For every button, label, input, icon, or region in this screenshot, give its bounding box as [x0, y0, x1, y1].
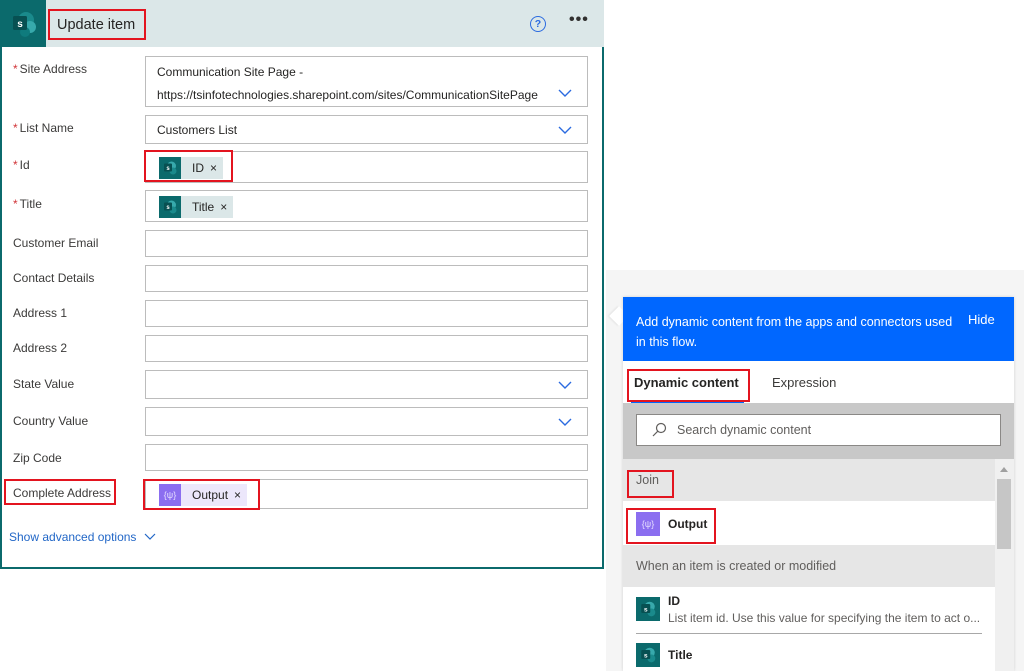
highlight-box — [626, 508, 716, 544]
highlight-box — [144, 150, 233, 182]
item-name: ID — [668, 594, 680, 608]
card-header[interactable]: s Update item ? ••• — [2, 0, 604, 47]
scroll-up-arrow-icon[interactable] — [1000, 467, 1008, 472]
item-description: List item id. Use this value for specify… — [668, 611, 981, 625]
country-value-dropdown[interactable] — [145, 407, 588, 436]
site-address-line2: https://tsinfotechnologies.sharepoint.co… — [157, 88, 538, 102]
scroll-thumb[interactable] — [997, 479, 1011, 549]
highlight-box — [627, 470, 674, 498]
dynamic-content-flyout: Add dynamic content from the apps and co… — [623, 297, 1014, 671]
list-item-title[interactable]: s Title — [623, 634, 995, 671]
label-list-name: * List Name — [13, 121, 74, 135]
sharepoint-icon: s — [636, 597, 660, 621]
chevron-down-icon — [145, 533, 156, 540]
label-id: * Id — [13, 158, 30, 172]
highlight-box — [627, 369, 750, 402]
svg-text:s: s — [17, 19, 23, 30]
label-country-value: Country Value — [13, 414, 89, 428]
label-contact-details: Contact Details — [13, 271, 95, 285]
flyout-header: Add dynamic content from the apps and co… — [623, 297, 1014, 361]
svg-text:s: s — [644, 606, 648, 613]
search-area: Search dynamic content — [623, 403, 1014, 459]
tab-expression[interactable]: Expression — [772, 375, 836, 390]
more-options-icon[interactable]: ••• — [569, 12, 589, 28]
search-placeholder: Search dynamic content — [677, 423, 812, 437]
zip-code-input[interactable] — [145, 444, 588, 471]
address-2-input[interactable] — [145, 335, 588, 362]
list-item-id[interactable]: s ID List item id. Use this value for sp… — [623, 587, 995, 633]
scrollbar[interactable] — [995, 459, 1014, 671]
label-state-value: State Value — [13, 377, 75, 391]
label-address-2: Address 2 — [13, 341, 68, 355]
state-value-dropdown[interactable] — [145, 370, 588, 399]
group-header-trigger: When an item is created or modified — [623, 545, 995, 587]
svg-text:s: s — [644, 652, 648, 659]
sharepoint-icon: s — [636, 643, 660, 667]
label-zip-code: Zip Code — [13, 451, 62, 465]
contact-details-input[interactable] — [145, 265, 588, 292]
address-1-input[interactable] — [145, 300, 588, 327]
hide-button[interactable]: Hide — [968, 312, 995, 327]
list-name-dropdown[interactable]: Customers List — [145, 115, 588, 144]
title-token-label: Title — [192, 200, 215, 214]
highlight-box — [143, 479, 260, 510]
customer-email-input[interactable] — [145, 230, 588, 257]
group-title: When an item is created or modified — [636, 559, 837, 573]
card-title-text: Update item — [57, 16, 136, 33]
search-dynamic-content-input[interactable]: Search dynamic content — [636, 414, 1001, 446]
list-name-value: Customers List — [157, 123, 238, 137]
show-advanced-options-label: Show advanced options — [9, 530, 137, 544]
title-token[interactable]: s Title × — [159, 196, 234, 218]
chevron-down-icon[interactable] — [558, 418, 572, 427]
dynamic-content-list: Join {ψ} Output When an item is created … — [623, 459, 995, 671]
label-site-address: * Site Address — [13, 62, 88, 76]
label-address-1: Address 1 — [13, 306, 68, 320]
show-advanced-options-link[interactable]: Show advanced options — [9, 530, 156, 544]
site-address-dropdown[interactable]: Communication Site Page - https://tsinfo… — [145, 56, 588, 107]
help-icon[interactable]: ? — [530, 16, 546, 32]
sharepoint-icon: s — [2, 0, 46, 47]
title-field[interactable]: s Title × — [145, 190, 588, 222]
label-customer-email: Customer Email — [13, 236, 99, 250]
group-header-join: Join — [623, 459, 995, 501]
sharepoint-icon: s — [159, 196, 181, 218]
chevron-down-icon[interactable] — [558, 126, 572, 135]
site-address-line1: Communication Site Page - — [157, 65, 304, 79]
card-title[interactable]: Update item — [48, 9, 146, 40]
highlight-box — [4, 479, 116, 505]
remove-token-icon[interactable]: × — [220, 200, 233, 214]
search-icon — [652, 422, 667, 437]
label-title: * Title — [13, 197, 42, 211]
item-name: Title — [668, 648, 693, 662]
flyout-message: Add dynamic content from the apps and co… — [636, 315, 953, 349]
chevron-down-icon[interactable] — [558, 89, 572, 98]
chevron-down-icon[interactable] — [558, 381, 572, 390]
